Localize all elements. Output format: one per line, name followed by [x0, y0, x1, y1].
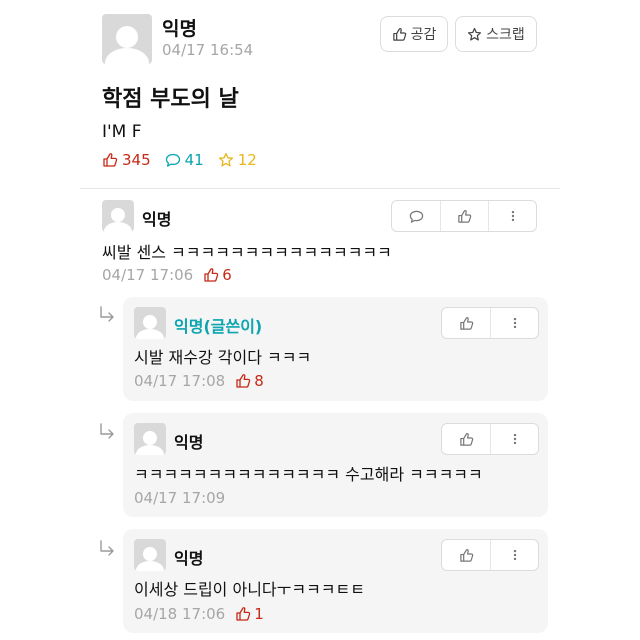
reply-meta: 04/17 17:08 8	[134, 372, 264, 390]
thumbs-up-icon	[235, 373, 251, 389]
reply-vote-count: 8	[235, 372, 264, 390]
thumbs-up-icon	[459, 316, 474, 331]
post-title: 학점 부도의 날	[102, 87, 239, 112]
comment-author: 익명	[142, 210, 172, 229]
reply-vote-count: 1	[235, 605, 264, 623]
reply-arrow-icon	[98, 540, 118, 556]
avatar	[134, 307, 166, 339]
reply-author: 익명	[174, 549, 204, 568]
post-time: 04/17 16:54	[162, 41, 254, 59]
reply: 익명(글쓴이) 시발 재수강 각이다 ㅋㅋㅋ 04/17 17:08 8	[123, 297, 548, 401]
reply-body: 시발 재수강 각이다 ㅋㅋㅋ	[134, 348, 312, 367]
thumbs-up-icon	[457, 209, 472, 224]
more-vertical-icon	[506, 209, 520, 223]
reply-body: 이세상 드립이 아니다ㅜㅋㅋㅋㅌㅌ	[134, 580, 365, 599]
post-body: I'M F	[102, 122, 142, 142]
reply: 익명 ㅋㅋㅋㅋㅋㅋㅋㅋㅋㅋㅋㅋㅋㅋ 수고해라 ㅋㅋㅋㅋㅋ 04/17 17:09	[123, 413, 548, 517]
comment-body: 씨발 센스 ㅋㅋㅋㅋㅋㅋㅋㅋㅋㅋㅋㅋㅋㅋㅋ	[102, 243, 392, 262]
speech-bubble-icon	[165, 152, 181, 168]
reply-meta: 04/18 17:06 1	[134, 605, 264, 623]
reply-like-button[interactable]	[442, 424, 490, 454]
thumbs-up-icon	[235, 606, 251, 622]
author-avatar	[102, 14, 152, 64]
scrap-button[interactable]: 스크랩	[455, 16, 537, 52]
reply-actions	[441, 539, 539, 571]
thumbs-up-icon	[102, 152, 118, 168]
thumbs-up-icon	[459, 548, 474, 563]
reply-arrow-icon	[98, 306, 118, 322]
scrap-count: 12	[218, 151, 257, 169]
thumbs-up-icon	[459, 432, 474, 447]
comment-count: 41	[165, 151, 204, 169]
more-vertical-icon	[508, 432, 522, 446]
avatar	[134, 423, 166, 455]
comment-meta: 04/17 17:06 6	[102, 266, 232, 284]
more-button[interactable]	[490, 540, 538, 570]
avatar	[102, 200, 134, 232]
reply-actions	[441, 423, 539, 455]
comment-actions	[391, 200, 537, 232]
reply-actions	[441, 307, 539, 339]
post-stats: 345 41 12	[102, 151, 271, 169]
reply-arrow-icon	[98, 423, 118, 439]
speech-bubble-icon	[409, 209, 424, 224]
thumbs-up-icon	[203, 267, 219, 283]
reply-author: 익명	[174, 433, 204, 452]
star-icon	[467, 27, 482, 42]
reply: 익명 이세상 드립이 아니다ㅜㅋㅋㅋㅌㅌ 04/18 17:06 1	[123, 529, 548, 633]
star-icon	[218, 152, 234, 168]
more-button[interactable]	[488, 201, 536, 231]
comment-time: 04/17 17:06	[102, 266, 194, 284]
thumbs-up-icon	[392, 27, 407, 42]
like-count: 345	[102, 151, 151, 169]
reply-like-button[interactable]	[442, 540, 490, 570]
more-button[interactable]	[490, 424, 538, 454]
reply-like-button[interactable]	[442, 308, 490, 338]
divider	[80, 188, 560, 189]
like-button[interactable]: 공감	[380, 16, 448, 52]
reply-time: 04/17 17:08	[134, 372, 226, 390]
reply-author: 익명(글쓴이)	[174, 317, 263, 336]
comment-vote-count: 6	[203, 266, 232, 284]
scrap-button-label: 스크랩	[486, 27, 525, 43]
post-author: 익명	[162, 18, 197, 40]
avatar	[134, 539, 166, 571]
reply-time: 04/18 17:06	[134, 605, 226, 623]
reply-meta: 04/17 17:09	[134, 489, 225, 507]
reply-time: 04/17 17:09	[134, 489, 226, 507]
more-vertical-icon	[508, 548, 522, 562]
reply-body: ㅋㅋㅋㅋㅋㅋㅋㅋㅋㅋㅋㅋㅋㅋ 수고해라 ㅋㅋㅋㅋㅋ	[134, 465, 483, 484]
more-button[interactable]	[490, 308, 538, 338]
comment-like-button[interactable]	[440, 201, 488, 231]
more-vertical-icon	[508, 316, 522, 330]
reply-button[interactable]	[392, 201, 440, 231]
like-button-label: 공감	[410, 27, 437, 43]
